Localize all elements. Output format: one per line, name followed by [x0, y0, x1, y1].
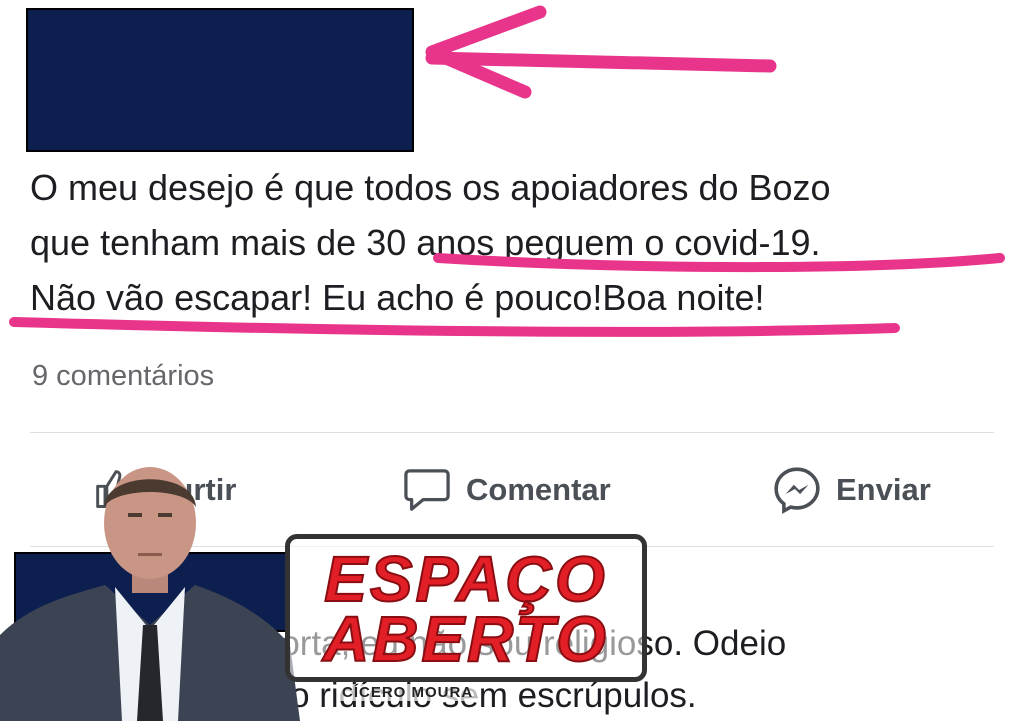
divider: [30, 432, 994, 433]
comment-button[interactable]: Comentar: [402, 462, 611, 518]
person-portrait-image: [0, 467, 300, 721]
comments-count-link[interactable]: 9 comentários: [32, 360, 214, 393]
redacted-author-name: [26, 8, 414, 152]
watermark-logo: ESPAÇO ABERTO: [285, 534, 647, 682]
send-button[interactable]: Enviar: [772, 462, 931, 518]
speech-bubble-icon: [404, 469, 450, 511]
watermark-credit: CÍCERO MOURA: [338, 684, 478, 701]
messenger-icon: [774, 467, 820, 514]
watermark-logo-line: ABERTO: [322, 603, 609, 675]
arrow-head-annotation: [425, 5, 547, 99]
send-label: Enviar: [836, 472, 931, 507]
watermark-logo-line: ESPAÇO: [323, 543, 608, 615]
post-text-line: Não vão escapar! Eu acho é pouco!Boa noi…: [30, 277, 765, 318]
arrow-annotation: [425, 51, 777, 73]
post-text-line: que tenham mais de 30 anos peguem o covi…: [30, 222, 821, 263]
post-text-line: O meu desejo é que todos os apoiadores d…: [30, 167, 831, 208]
post-text: O meu desejo é que todos os apoiadores d…: [30, 160, 1005, 325]
comment-label: Comentar: [466, 472, 611, 507]
